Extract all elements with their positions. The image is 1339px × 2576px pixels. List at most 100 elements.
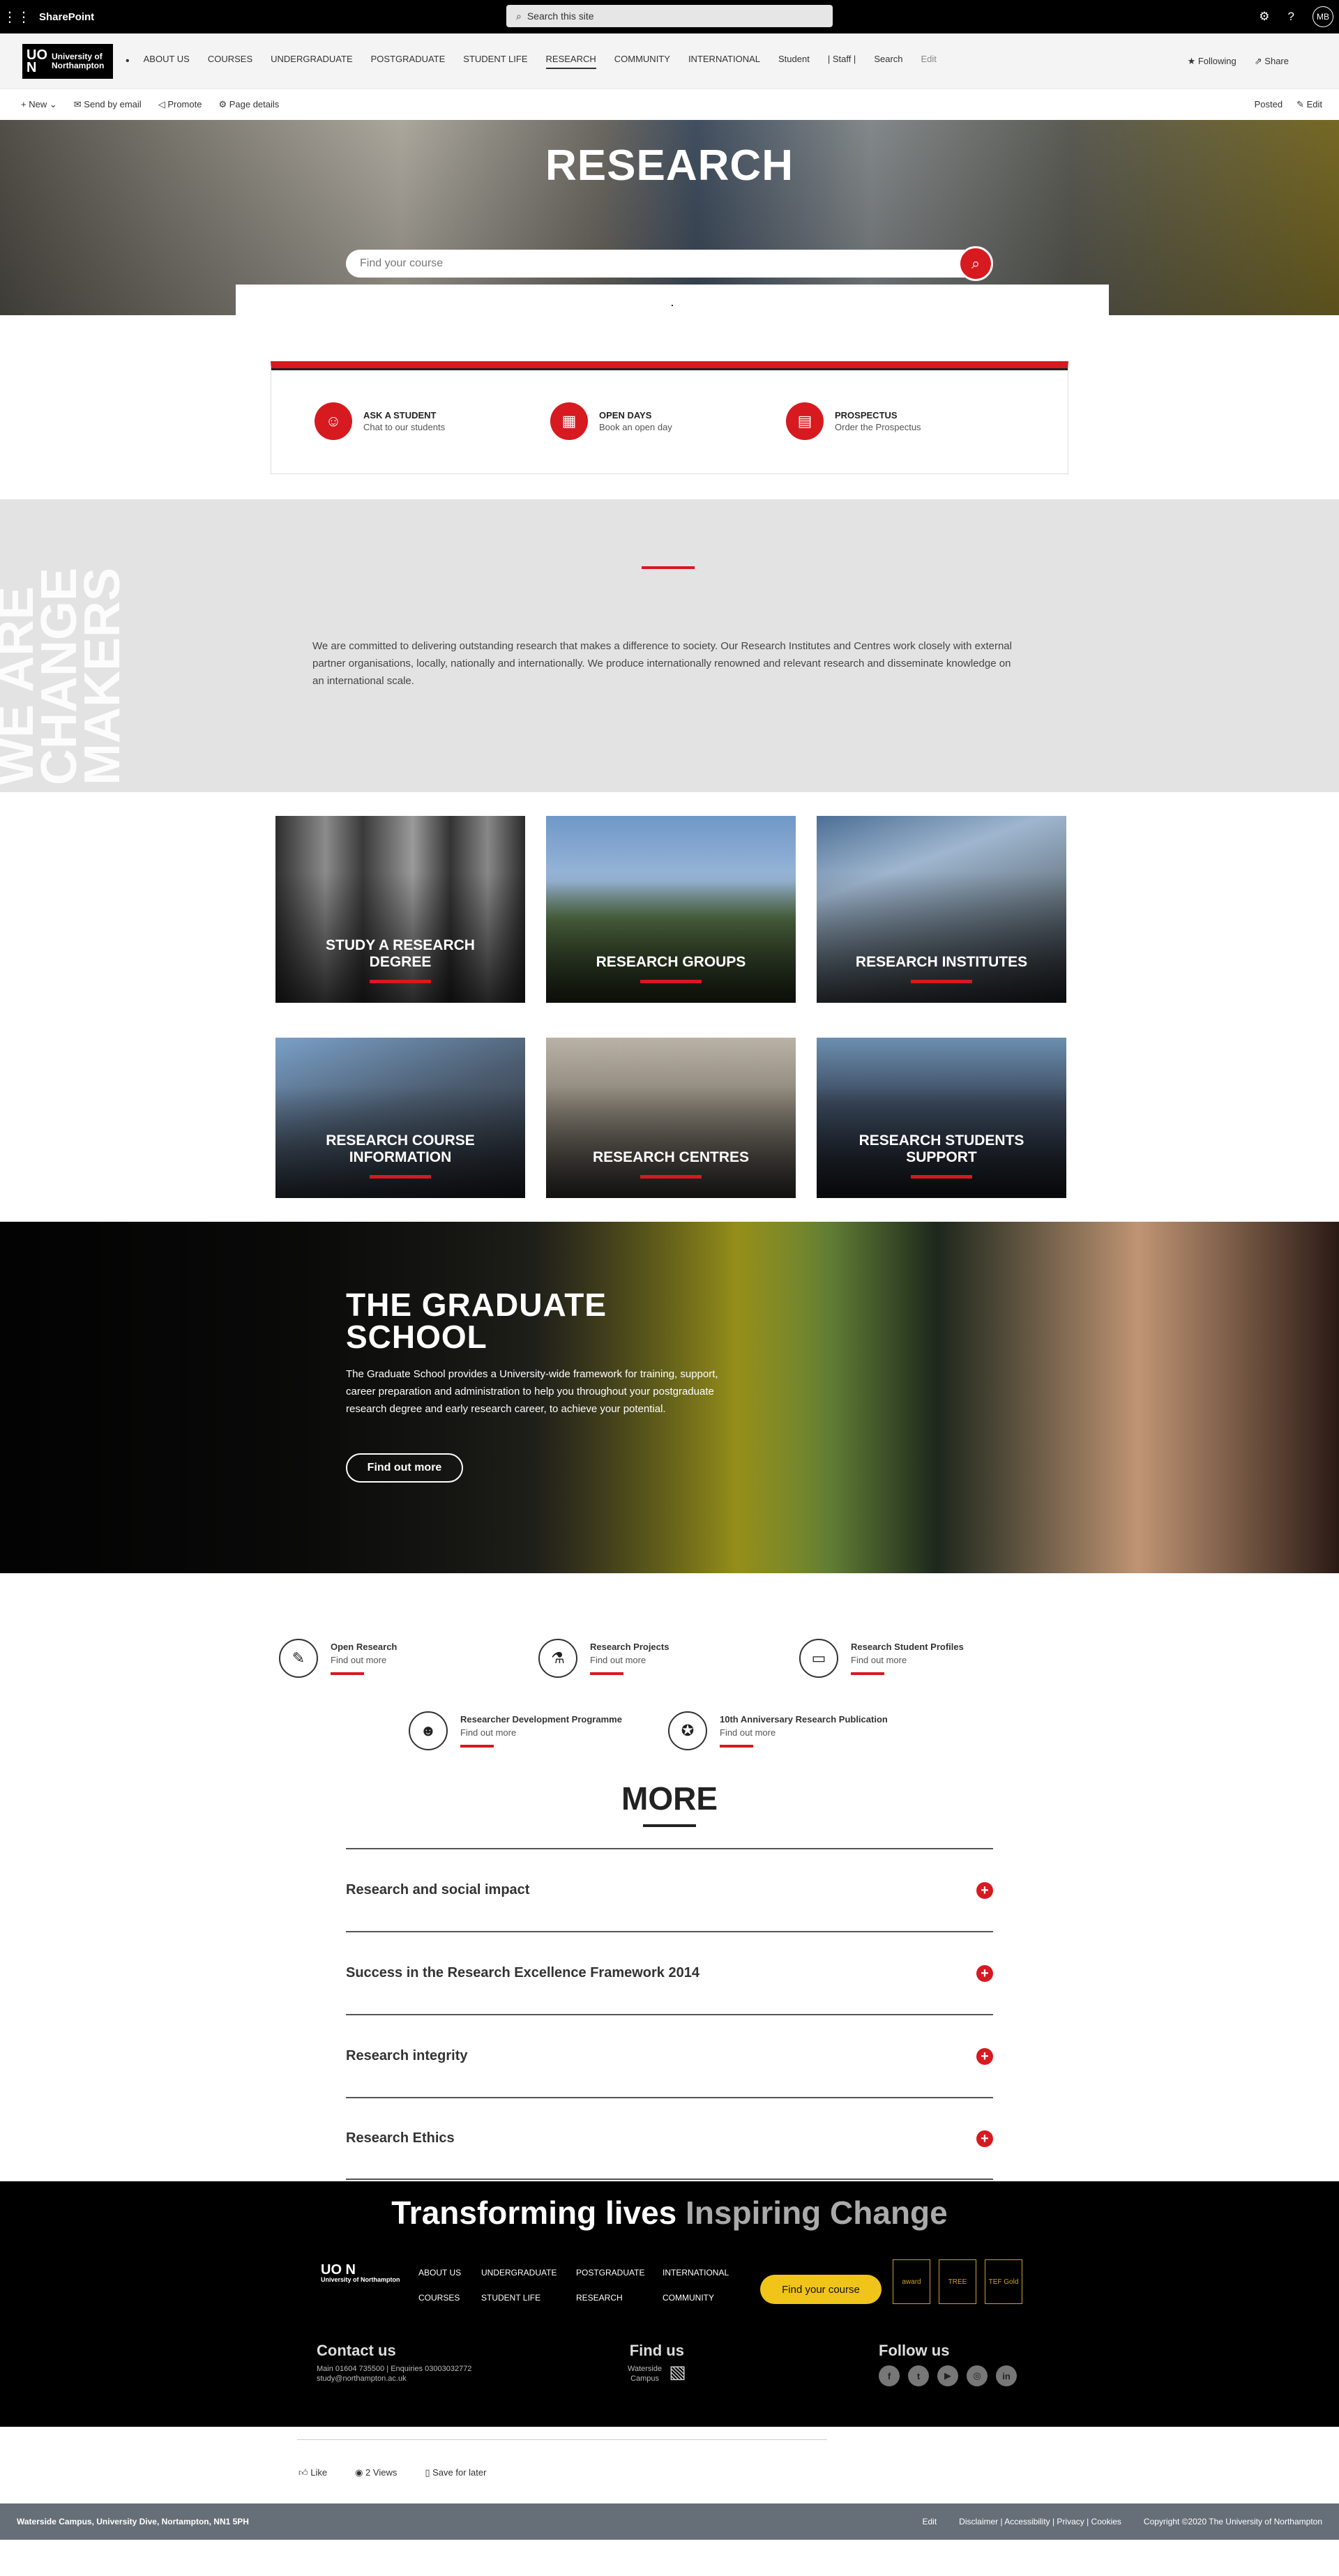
tile-image — [817, 816, 1066, 1003]
plus-circle-icon[interactable]: + — [976, 1964, 993, 1982]
footer-link-postgraduate[interactable]: POSTGRADUATE — [576, 2268, 663, 2278]
intro-text: We are committed to delivering outstandi… — [312, 640, 1012, 687]
nav-item-search[interactable]: Search — [874, 54, 902, 69]
site-logo[interactable]: UO N University of Northampton — [22, 43, 113, 79]
tile-label: RESEARCH INSTITUTES — [855, 954, 1028, 970]
link-researcher-development-programme[interactable]: ☻ Researcher Development Programme Find o… — [409, 1711, 622, 1750]
open-research-icon: ✎ — [279, 1639, 318, 1678]
accordion-item[interactable]: Research and social impact + — [346, 1848, 993, 1931]
nav-item-community[interactable]: COMMUNITY — [614, 54, 670, 69]
eye-icon: ◉ — [355, 2467, 363, 2478]
like-button[interactable]: 👍︎ Like — [298, 2467, 327, 2478]
footer-link-student-life[interactable]: STUDENT LIFE — [481, 2293, 576, 2303]
graduate-title-line: SCHOOL — [346, 1319, 487, 1355]
instagram-icon[interactable]: ◎ — [967, 2365, 988, 2386]
map-icon[interactable]: ▧ — [669, 2361, 686, 2383]
tile-underline — [911, 980, 972, 983]
youtube-icon[interactable]: ▶ — [937, 2365, 958, 2386]
nav-edit-link[interactable]: Edit — [921, 54, 937, 69]
tile-research-students-support[interactable]: RESEARCH STUDENTS SUPPORT — [817, 1038, 1066, 1198]
footer-link-research[interactable]: RESEARCH — [576, 2293, 663, 2303]
facebook-icon[interactable]: f — [879, 2365, 900, 2386]
accordion-item[interactable]: Success in the Research Excellence Frame… — [346, 1931, 993, 2014]
nav-item-undergraduate[interactable]: UNDERGRADUATE — [271, 54, 353, 69]
edit-page-button[interactable]: ✎ Edit — [1296, 99, 1322, 110]
footer-logo-mark: UO N — [321, 2262, 356, 2278]
tile-research-centres[interactable]: RESEARCH CENTRES — [546, 1038, 796, 1198]
footer-contact: Contact us Main 01604 735500 | Enquiries… — [317, 2342, 471, 2384]
contact-email[interactable]: study@northampton.ac.uk — [317, 2374, 471, 2384]
nav-item-postgraduate[interactable]: POSTGRADUATE — [371, 54, 446, 69]
link-open-research[interactable]: ✎ Open Research Find out more — [279, 1639, 397, 1678]
graduate-school-text: The Graduate School provides a Universit… — [346, 1368, 718, 1415]
save-for-later-button[interactable]: ▯ Save for later — [425, 2467, 486, 2478]
resource-links: ✎ Open Research Find out more ⚗ Research … — [0, 1573, 1339, 1780]
nav-item-research[interactable]: RESEARCH — [545, 54, 596, 69]
page-details-button[interactable]: ⚙ Page details — [218, 99, 279, 110]
footer-link-community[interactable]: COMMUNITY — [663, 2293, 746, 2303]
tile-research-institutes[interactable]: RESEARCH INSTITUTES — [817, 816, 1066, 1003]
graduate-title-line: THE GRADUATE — [346, 1287, 607, 1323]
follow-us-heading: Follow us — [879, 2342, 950, 2359]
course-search-button[interactable]: ⌕ — [958, 246, 993, 281]
app-name[interactable]: SharePoint — [39, 11, 94, 23]
plus-circle-icon[interactable]: + — [976, 1881, 993, 1899]
accordion-item[interactable]: Research Ethics + — [346, 2097, 993, 2180]
quick-link-prospectus[interactable]: ▤ PROSPECTUS Order the Prospectus — [786, 402, 1022, 440]
footer-link-undergraduate[interactable]: UNDERGRADUATE — [481, 2268, 576, 2278]
site-search-placeholder: Search this site — [527, 10, 594, 22]
new-button[interactable]: + New ⌄ — [21, 99, 57, 110]
nav-item-about-us[interactable]: ABOUT US — [144, 54, 190, 69]
promote-button[interactable]: ◁ Promote — [158, 99, 202, 110]
nav-item-student[interactable]: Student — [778, 54, 810, 69]
tile-image — [546, 1038, 796, 1198]
find-us-heading: Find us — [629, 2342, 684, 2359]
plus-circle-icon[interactable]: + — [976, 2130, 993, 2147]
tef-gold-badge: TEF Gold — [985, 2259, 1022, 2304]
nav-item-courses[interactable]: COURSES — [208, 54, 252, 69]
bottom-edit-link[interactable]: Edit — [922, 2517, 937, 2526]
twitter-icon[interactable]: t — [908, 2365, 929, 2386]
search-icon: ⌕ — [516, 10, 522, 22]
linkedin-icon[interactable]: in — [996, 2365, 1017, 2386]
following-button[interactable]: ★ Following — [1188, 56, 1236, 67]
send-by-email-button[interactable]: ✉ Send by email — [74, 99, 142, 110]
footer-link-about-us[interactable]: ABOUT US — [418, 2268, 481, 2278]
pencil-icon: ✎ — [1296, 99, 1304, 109]
tile-study-a-research-degree[interactable]: STUDY A RESEARCH DEGREE — [275, 816, 525, 1003]
find-out-more-button[interactable]: Find out more — [346, 1453, 463, 1483]
tile-research-groups[interactable]: RESEARCH GROUPS — [546, 816, 796, 1003]
help-icon[interactable]: ? — [1288, 10, 1294, 24]
avatar[interactable]: MB — [1312, 6, 1333, 27]
find-your-course-button[interactable]: Find your course — [760, 2275, 882, 2304]
nav-item-staff[interactable]: | Staff | — [828, 54, 856, 69]
site-search-input[interactable]: ⌕ Search this site — [506, 5, 833, 27]
link-10th-anniversary-publication[interactable]: ✪ 10th Anniversary Research Publication F… — [668, 1711, 888, 1750]
nav-item-international[interactable]: INTERNATIONAL — [688, 54, 760, 69]
link-research-student-profiles[interactable]: ▭ Research Student Profiles Find out more — [799, 1639, 964, 1678]
nav-item-student-life[interactable]: STUDENT LIFE — [463, 54, 527, 69]
link-title: Research Projects — [590, 1642, 670, 1652]
footer-link-international[interactable]: INTERNATIONAL — [663, 2268, 746, 2278]
quick-link-ask-a-student[interactable]: ☺ ASK A STUDENT Chat to our students — [315, 402, 550, 440]
footer-logo[interactable]: UO N University of Northampton — [321, 2262, 400, 2283]
accordion-item[interactable]: Research integrity + — [346, 2014, 993, 2097]
course-search-placeholder: Find your course — [360, 257, 444, 269]
tile-label: RESEARCH CENTRES — [592, 1149, 750, 1165]
app-launcher-icon[interactable]: ⋮⋮ — [0, 0, 33, 33]
footer-link-courses[interactable]: COURSES — [418, 2293, 481, 2303]
link-research-projects[interactable]: ⚗ Research Projects Find out more — [538, 1639, 669, 1678]
settings-icon[interactable]: ⚙ — [1259, 10, 1269, 24]
bottom-bar: Waterside Campus, University Dive, Norta… — [0, 2503, 1339, 2540]
link-subtitle: Find out more — [851, 1655, 907, 1665]
plus-circle-icon[interactable]: + — [976, 2047, 993, 2065]
course-search-input[interactable]: Find your course ⌕ — [346, 246, 993, 281]
quick-link-subtitle: Order the Prospectus — [835, 421, 921, 432]
page-details-label: Page details — [229, 99, 280, 109]
legal-links[interactable]: Disclaimer | Accessibility | Privacy | C… — [959, 2517, 1121, 2526]
logo-mark: UO N — [27, 47, 47, 75]
command-bar: + New ⌄ ✉ Send by email ◁ Promote ⚙ Page… — [0, 89, 1339, 120]
tile-research-course-information[interactable]: RESEARCH COURSE INFORMATION — [275, 1038, 525, 1198]
share-button[interactable]: ⇗ Share — [1255, 56, 1289, 67]
quick-link-open-days[interactable]: ▦ OPEN DAYS Book an open day — [550, 402, 786, 440]
